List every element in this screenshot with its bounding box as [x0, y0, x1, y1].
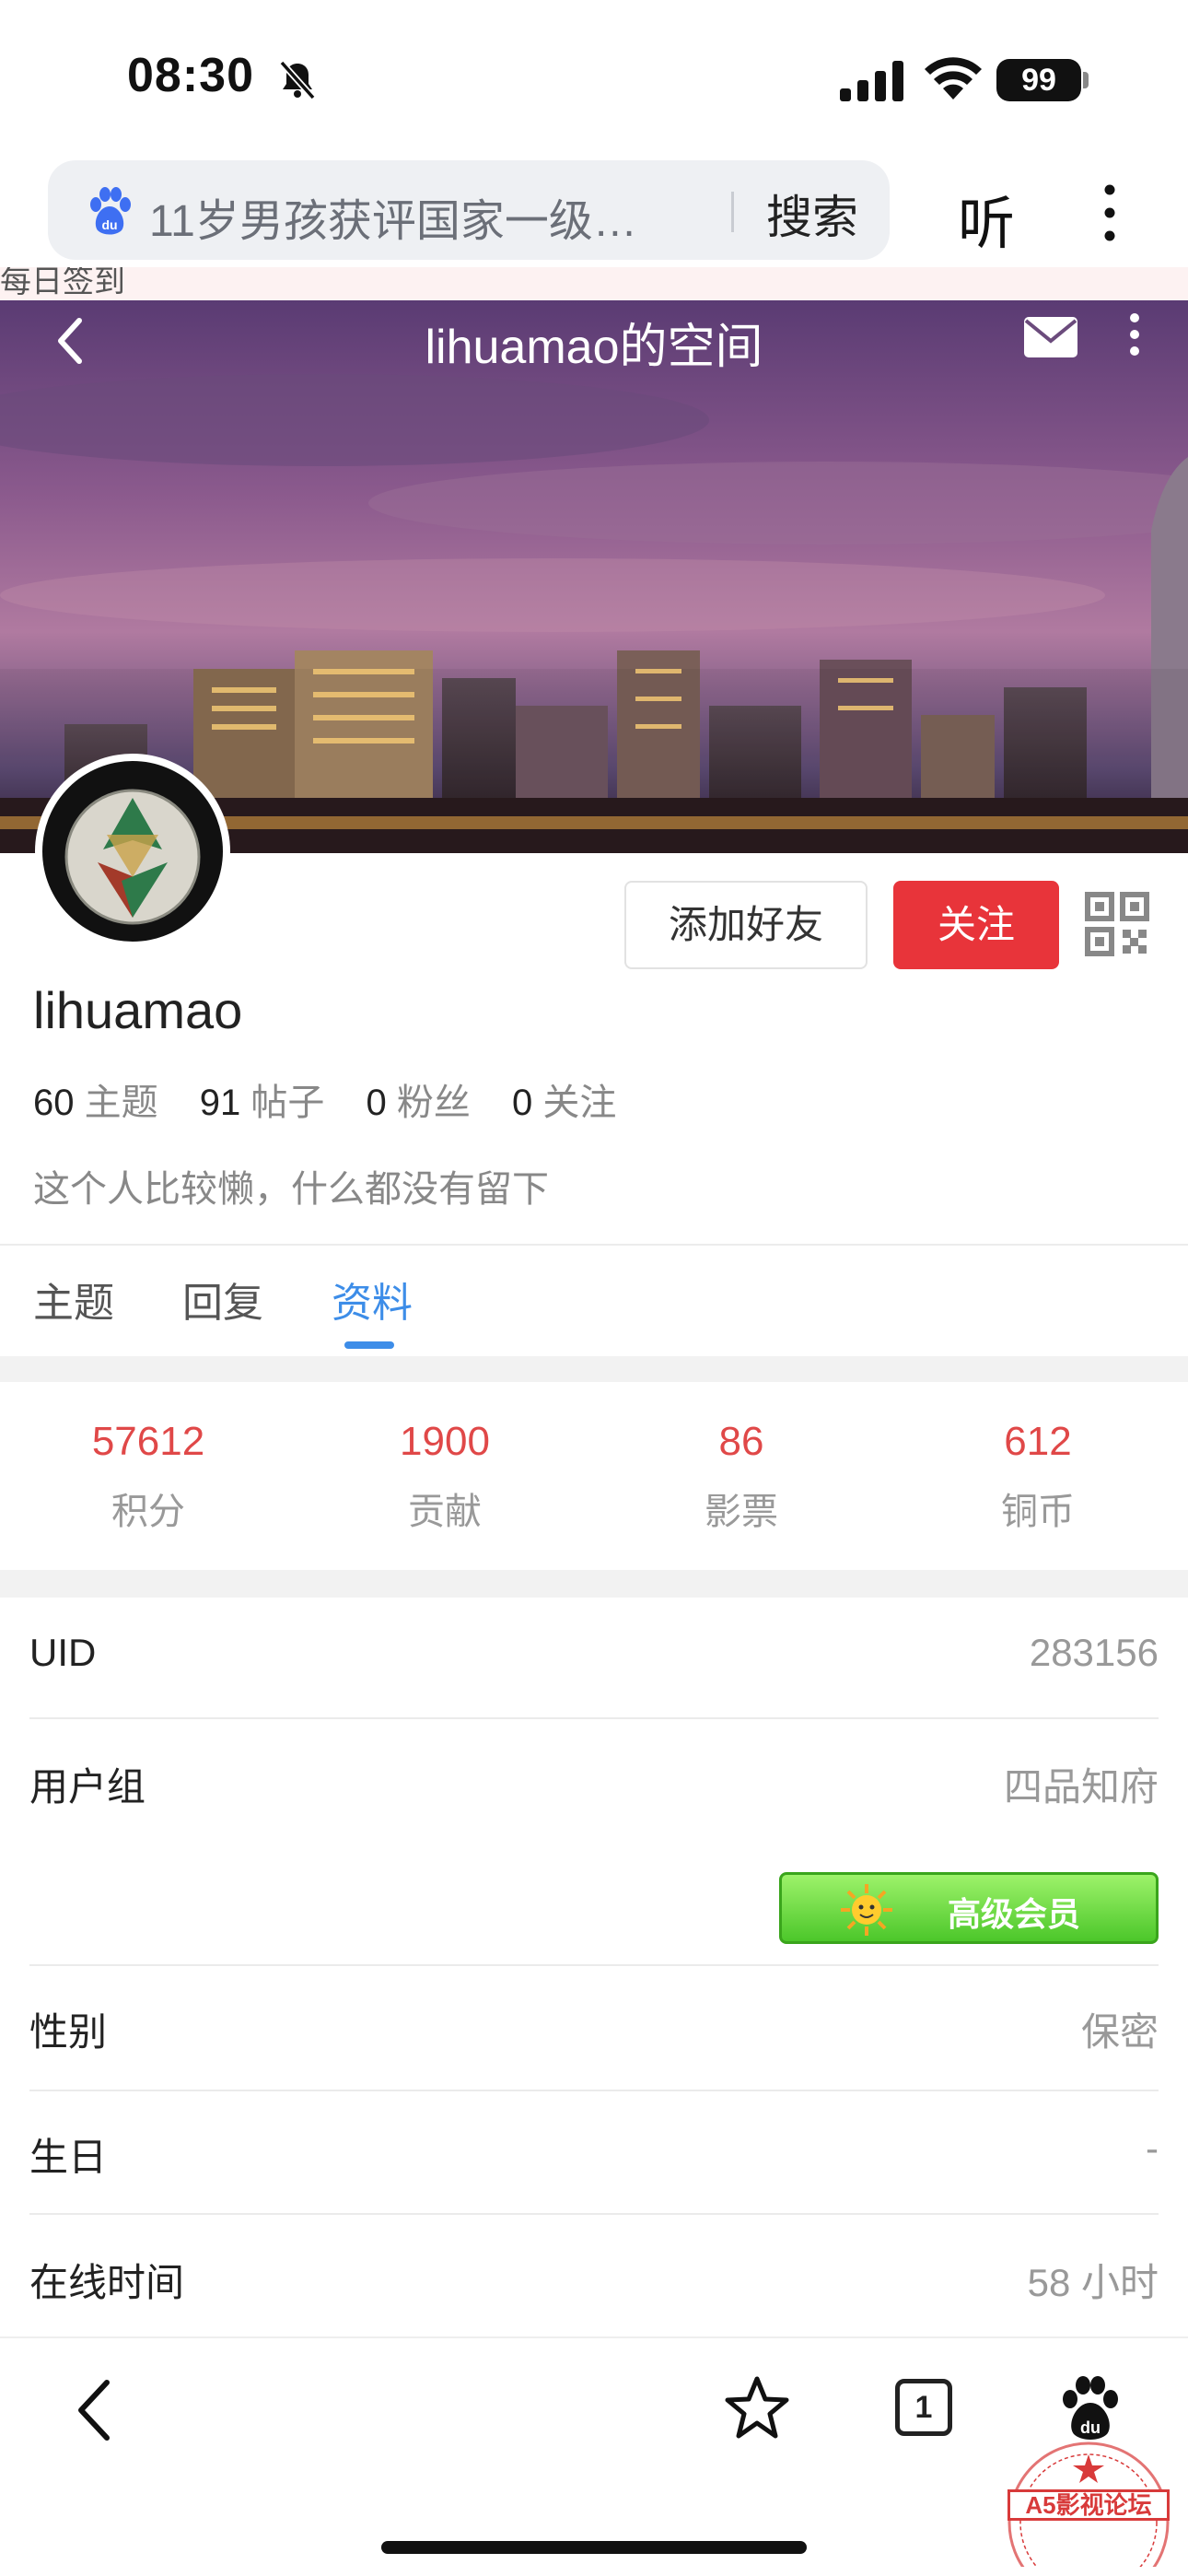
home-indicator [381, 2541, 807, 2554]
add-friend-button[interactable]: 添加好友 [624, 881, 868, 969]
info-label: 性别 [29, 2010, 108, 2054]
info-label: 在线时间 [29, 2261, 185, 2304]
battery-indicator: 99 [996, 59, 1081, 101]
vip-badge-text: 高级会员 [948, 1895, 1081, 1933]
count-topics[interactable]: 60 主题 [33, 1083, 158, 1123]
mail-icon[interactable] [1024, 317, 1077, 357]
tab-profile[interactable]: 资料 [332, 1270, 413, 1329]
more-vertical-icon[interactable] [1096, 181, 1124, 245]
row-divider [29, 1717, 1159, 1719]
bookmark-star-icon[interactable] [724, 2375, 790, 2441]
stat-points: 57612 积分 [0, 1419, 297, 1535]
daily-sign-strip[interactable]: 每日签到 [0, 267, 1188, 300]
info-label: 生日 [29, 2136, 108, 2179]
stat-contribution: 1900 贡献 [297, 1419, 593, 1535]
stat-label: 贡献 [408, 1492, 482, 1532]
stat-value: 1900 [400, 1419, 490, 1464]
baidu-paw-icon: du [90, 187, 131, 235]
count-following[interactable]: 0 关注 [512, 1083, 616, 1123]
qr-code-icon[interactable] [1085, 892, 1149, 956]
info-value: 58 小时 [1027, 2261, 1159, 2304]
section-gap [0, 1356, 1188, 1382]
stat-coins: 612 铜币 [890, 1419, 1186, 1535]
more-options-icon[interactable] [1125, 311, 1144, 357]
info-value: 保密 [1080, 2010, 1159, 2054]
bell-muted-icon [279, 60, 316, 100]
search-query-text[interactable]: 11岁男孩获评国家一级… [149, 184, 711, 249]
sun-icon [841, 1884, 892, 1936]
profile-bio: 这个人比较懒，什么都没有留下 [33, 1169, 549, 1210]
profile-counts: 60 主题 91 帖子 0 粉丝 0 关注 [33, 1072, 647, 1126]
avatar[interactable] [35, 754, 230, 949]
info-value: 四品知府 [1003, 1765, 1159, 1809]
follow-button[interactable]: 关注 [893, 881, 1059, 969]
stat-label: 积分 [111, 1492, 185, 1532]
daily-sign-text: 每日签到 [0, 267, 125, 299]
browser-search-bar[interactable]: du 11岁男孩获评国家一级… 搜索 [48, 160, 890, 260]
stat-label: 铜币 [1001, 1492, 1075, 1532]
row-divider [29, 2090, 1159, 2091]
listen-button[interactable]: 听 [958, 177, 1015, 260]
search-button[interactable]: 搜索 [766, 181, 858, 247]
svg-text:du: du [101, 217, 117, 232]
battery-tip [1083, 72, 1089, 88]
stat-value: 57612 [91, 1419, 205, 1464]
row-divider [29, 2213, 1159, 2215]
status-bar: 08:30 99 [0, 0, 1188, 157]
stat-value: 612 [1004, 1419, 1072, 1464]
active-tab-indicator [344, 1341, 394, 1349]
count-fans[interactable]: 0 粉丝 [367, 1083, 471, 1123]
wifi-icon [925, 57, 982, 100]
tab-replies[interactable]: 回复 [182, 1270, 263, 1329]
avatar-image [42, 761, 223, 942]
search-divider [731, 192, 734, 232]
info-value: - [1146, 2126, 1159, 2170]
page-title: lihuamao的空间 [425, 321, 763, 374]
row-divider [29, 1964, 1159, 1966]
vip-member-badge: 高级会员 [779, 1872, 1159, 1944]
tab-topics[interactable]: 主题 [33, 1270, 114, 1329]
section-gap [0, 1570, 1188, 1598]
info-label: 用户组 [29, 1765, 146, 1809]
cellular-signal-icon [840, 61, 903, 101]
stat-value: 86 [718, 1419, 764, 1464]
info-value: 283156 [1029, 1631, 1159, 1674]
divider [0, 1244, 1188, 1246]
status-time: 08:30 [127, 49, 254, 102]
stat-tickets: 86 影票 [593, 1419, 890, 1535]
tab-switcher-button[interactable]: 1 [895, 2379, 952, 2436]
count-posts[interactable]: 91 帖子 [200, 1083, 325, 1123]
info-label: UID [29, 1631, 97, 1674]
username: lihuamao [33, 981, 243, 1039]
nav-back-icon[interactable] [76, 2377, 112, 2443]
watermark-text: A5影视论坛 [1007, 2489, 1170, 2521]
stat-label: 影票 [705, 1492, 778, 1532]
